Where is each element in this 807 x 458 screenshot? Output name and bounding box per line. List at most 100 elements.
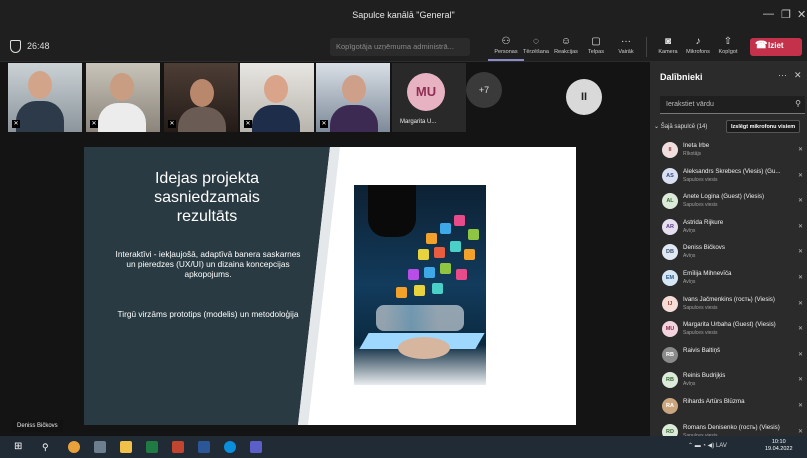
participant-row[interactable]: RB Reinis Budrijķis Avīņs ✕ <box>650 368 807 394</box>
audio-tile-margarita[interactable]: MU Margarita U... <box>392 63 466 132</box>
mic-muted-icon: ✕ <box>798 300 804 307</box>
participant-row[interactable]: EM Emīlija Mihnevīča Avīņs ✕ <box>650 266 807 292</box>
mic-muted-icon: ✕ <box>798 351 804 358</box>
video-tile[interactable]: ✕ <box>240 63 314 132</box>
meeting-toolbar: 26:48 Kopīgotāja uzņēmuma administrā... … <box>0 32 807 62</box>
participant-row[interactable]: RA Rihards Artūrs Blūzma ✕ <box>650 394 807 420</box>
copy-link-field[interactable]: Kopīgotāja uzņēmuma administrā... <box>330 38 470 56</box>
participant-row[interactable]: DB Deniss Bičkovs Avīņs ✕ <box>650 240 807 266</box>
participant-role: Sapulces viesis <box>683 330 718 337</box>
shared-slide: Idejas projekta sasniedzamais rezultāts … <box>84 147 576 425</box>
camera-label: Kamera <box>658 49 678 55</box>
mic-muted-icon: ✕ <box>798 172 804 179</box>
mic-muted-icon: ✕ <box>798 377 804 384</box>
mic-muted-icon: ✕ <box>798 198 804 205</box>
search-icon[interactable]: ⚲ <box>42 441 54 453</box>
participant-role: Rīkotājs <box>683 151 702 157</box>
slide-title: Idejas projekta sasniedzamais rezultāts <box>154 170 260 225</box>
participants-panel: Dalībnieki ··· ✕ Ierakstiet vārdu ⚲ ⌄ Ša… <box>650 62 807 440</box>
leave-button[interactable]: ☎ Iziet <box>750 38 802 56</box>
video-tile[interactable]: ✕ <box>8 63 82 132</box>
title-bar: Sapulce kanālā "General" — ❐ ✕ <box>0 0 807 32</box>
reactions-label: Reakcijas <box>554 49 578 55</box>
pause-icon[interactable]: II <box>566 79 602 115</box>
mic-muted-icon: ✕ <box>798 223 804 230</box>
mic-muted-icon: ✕ <box>798 428 804 435</box>
more-participants-button[interactable]: +7 <box>466 72 502 108</box>
participant-name: Margarita Urbaha (Guest) (Viesis) <box>683 321 776 329</box>
clock-time: 10:10 <box>771 439 786 445</box>
more-icon: ··· <box>621 36 631 47</box>
chevron-down-icon: ⌄ <box>654 124 660 130</box>
participant-role: Avīņs <box>683 381 696 388</box>
mic-muted-icon: ✕ <box>798 274 804 281</box>
window-title: Sapulce kanālā "General" <box>352 10 455 20</box>
excel-icon[interactable] <box>146 441 158 453</box>
avatar: IJ <box>662 295 678 312</box>
slide-body-text: Interaktīvi - iekļaujošā, adaptīvā baner… <box>115 249 301 279</box>
avatar: AR <box>662 218 678 235</box>
maximize-icon[interactable]: ❐ <box>781 8 791 21</box>
participant-name: Anete Logina (Guest) (Viesis) <box>683 193 765 201</box>
mic-muted-icon: ✕ <box>320 120 328 128</box>
participant-name: Ivans Jačmenkins (гость) (Viesis) <box>683 295 775 303</box>
participant-row[interactable]: MU Margarita Urbaha (Guest) (Viesis) Sapul… <box>650 317 807 343</box>
participant-search-input[interactable]: Ierakstiet vārdu ⚲ <box>660 96 805 114</box>
mute-all-button[interactable]: Izslēgt mikrofonu visiem <box>726 120 801 133</box>
avatar: EM <box>662 269 678 286</box>
avatar: RB <box>662 372 678 389</box>
participant-name: Emīlija Mihnevīča <box>683 269 732 277</box>
phone-icon: ☎ <box>755 40 768 51</box>
share-icon: ⇧ <box>723 36 733 47</box>
app-icon[interactable] <box>94 441 106 453</box>
participant-role: Avīņs <box>683 227 696 234</box>
close-icon[interactable]: ✕ <box>794 70 802 81</box>
participant-row[interactable]: AS Aleksandrs Skrebecs (Viesis) (Gu... Sap… <box>650 164 807 190</box>
more-button[interactable]: ··· Vairāk <box>608 35 644 55</box>
participant-name: Rihards Artūrs Blūzma <box>683 397 745 405</box>
avatar: MU <box>662 321 678 338</box>
leave-label: Iziet <box>768 41 784 50</box>
participant-name: Deniss Bičkovs <box>683 244 725 252</box>
teams-icon[interactable] <box>250 441 262 453</box>
chrome-icon[interactable] <box>68 441 80 453</box>
more-options-icon[interactable]: ··· <box>778 70 787 80</box>
participant-row[interactable]: RB Raivis Baltiņš ✕ <box>650 343 807 369</box>
participant-name: Reinis Budrijķis <box>683 372 726 380</box>
word-icon[interactable] <box>198 441 210 453</box>
system-tray[interactable]: ⌃ ▬ ◔ ◀) LAV <box>688 442 727 449</box>
avatar: II <box>662 142 678 158</box>
skype-icon[interactable] <box>224 441 236 453</box>
close-icon[interactable]: ✕ <box>797 8 806 21</box>
search-icon: ⚲ <box>795 99 801 108</box>
slide-body-text-2: Tirgū virzāms prototips (modelis) un met… <box>117 309 299 319</box>
video-tile[interactable]: ✕ <box>316 63 390 132</box>
minimize-icon[interactable]: — <box>763 8 774 20</box>
participant-row[interactable]: AR Astrida Rijkure Avīņs ✕ <box>650 215 807 241</box>
participant-role: Sapulces viesis <box>683 202 718 209</box>
share-label: Kopīgot <box>718 49 738 55</box>
video-tile[interactable]: ✕ <box>86 63 160 132</box>
mic-muted-icon: ✕ <box>798 326 804 333</box>
mic-muted-icon: ✕ <box>798 402 804 409</box>
windows-taskbar: ⊞ ⚲ ⌃ ▬ ◔ ◀) LAV 10:10 19.04.2022 <box>0 436 807 458</box>
powerpoint-icon[interactable] <box>172 441 184 453</box>
search-placeholder: Ierakstiet vārdu <box>666 101 714 108</box>
video-tile[interactable]: ✕ <box>164 63 238 132</box>
file-explorer-icon[interactable] <box>120 441 132 453</box>
taskbar-clock[interactable]: 10:10 19.04.2022 <box>765 439 793 453</box>
slide-image <box>354 185 486 385</box>
group-label: Šajā sapulcē (14) <box>660 124 708 130</box>
participant-list: II Ineta Irbe Rīkotājs ✕ AS Aleksandrs Skrebe… <box>650 138 807 445</box>
participant-row[interactable]: AL Anete Logina (Guest) (Viesis) Sapulces … <box>650 189 807 215</box>
microphone-label: Mikrofons <box>686 49 710 55</box>
group-header[interactable]: ⌄ Šajā sapulcē (14) <box>654 123 707 130</box>
participant-row[interactable]: IJ Ivans Jačmenkins (гость) (Viesis) Sapul… <box>650 292 807 318</box>
share-button[interactable]: ⇧ Kopīgot <box>710 35 746 55</box>
participant-row[interactable]: II Ineta Irbe Rīkotājs ✕ <box>650 138 807 164</box>
mic-muted-icon: ✕ <box>798 249 804 256</box>
toolbar-divider <box>646 37 647 57</box>
windows-start-icon[interactable]: ⊞ <box>14 441 26 453</box>
mic-muted-icon: ✕ <box>244 120 252 128</box>
participant-name: Aleksandrs Skrebecs (Viesis) (Gu... <box>683 167 781 175</box>
